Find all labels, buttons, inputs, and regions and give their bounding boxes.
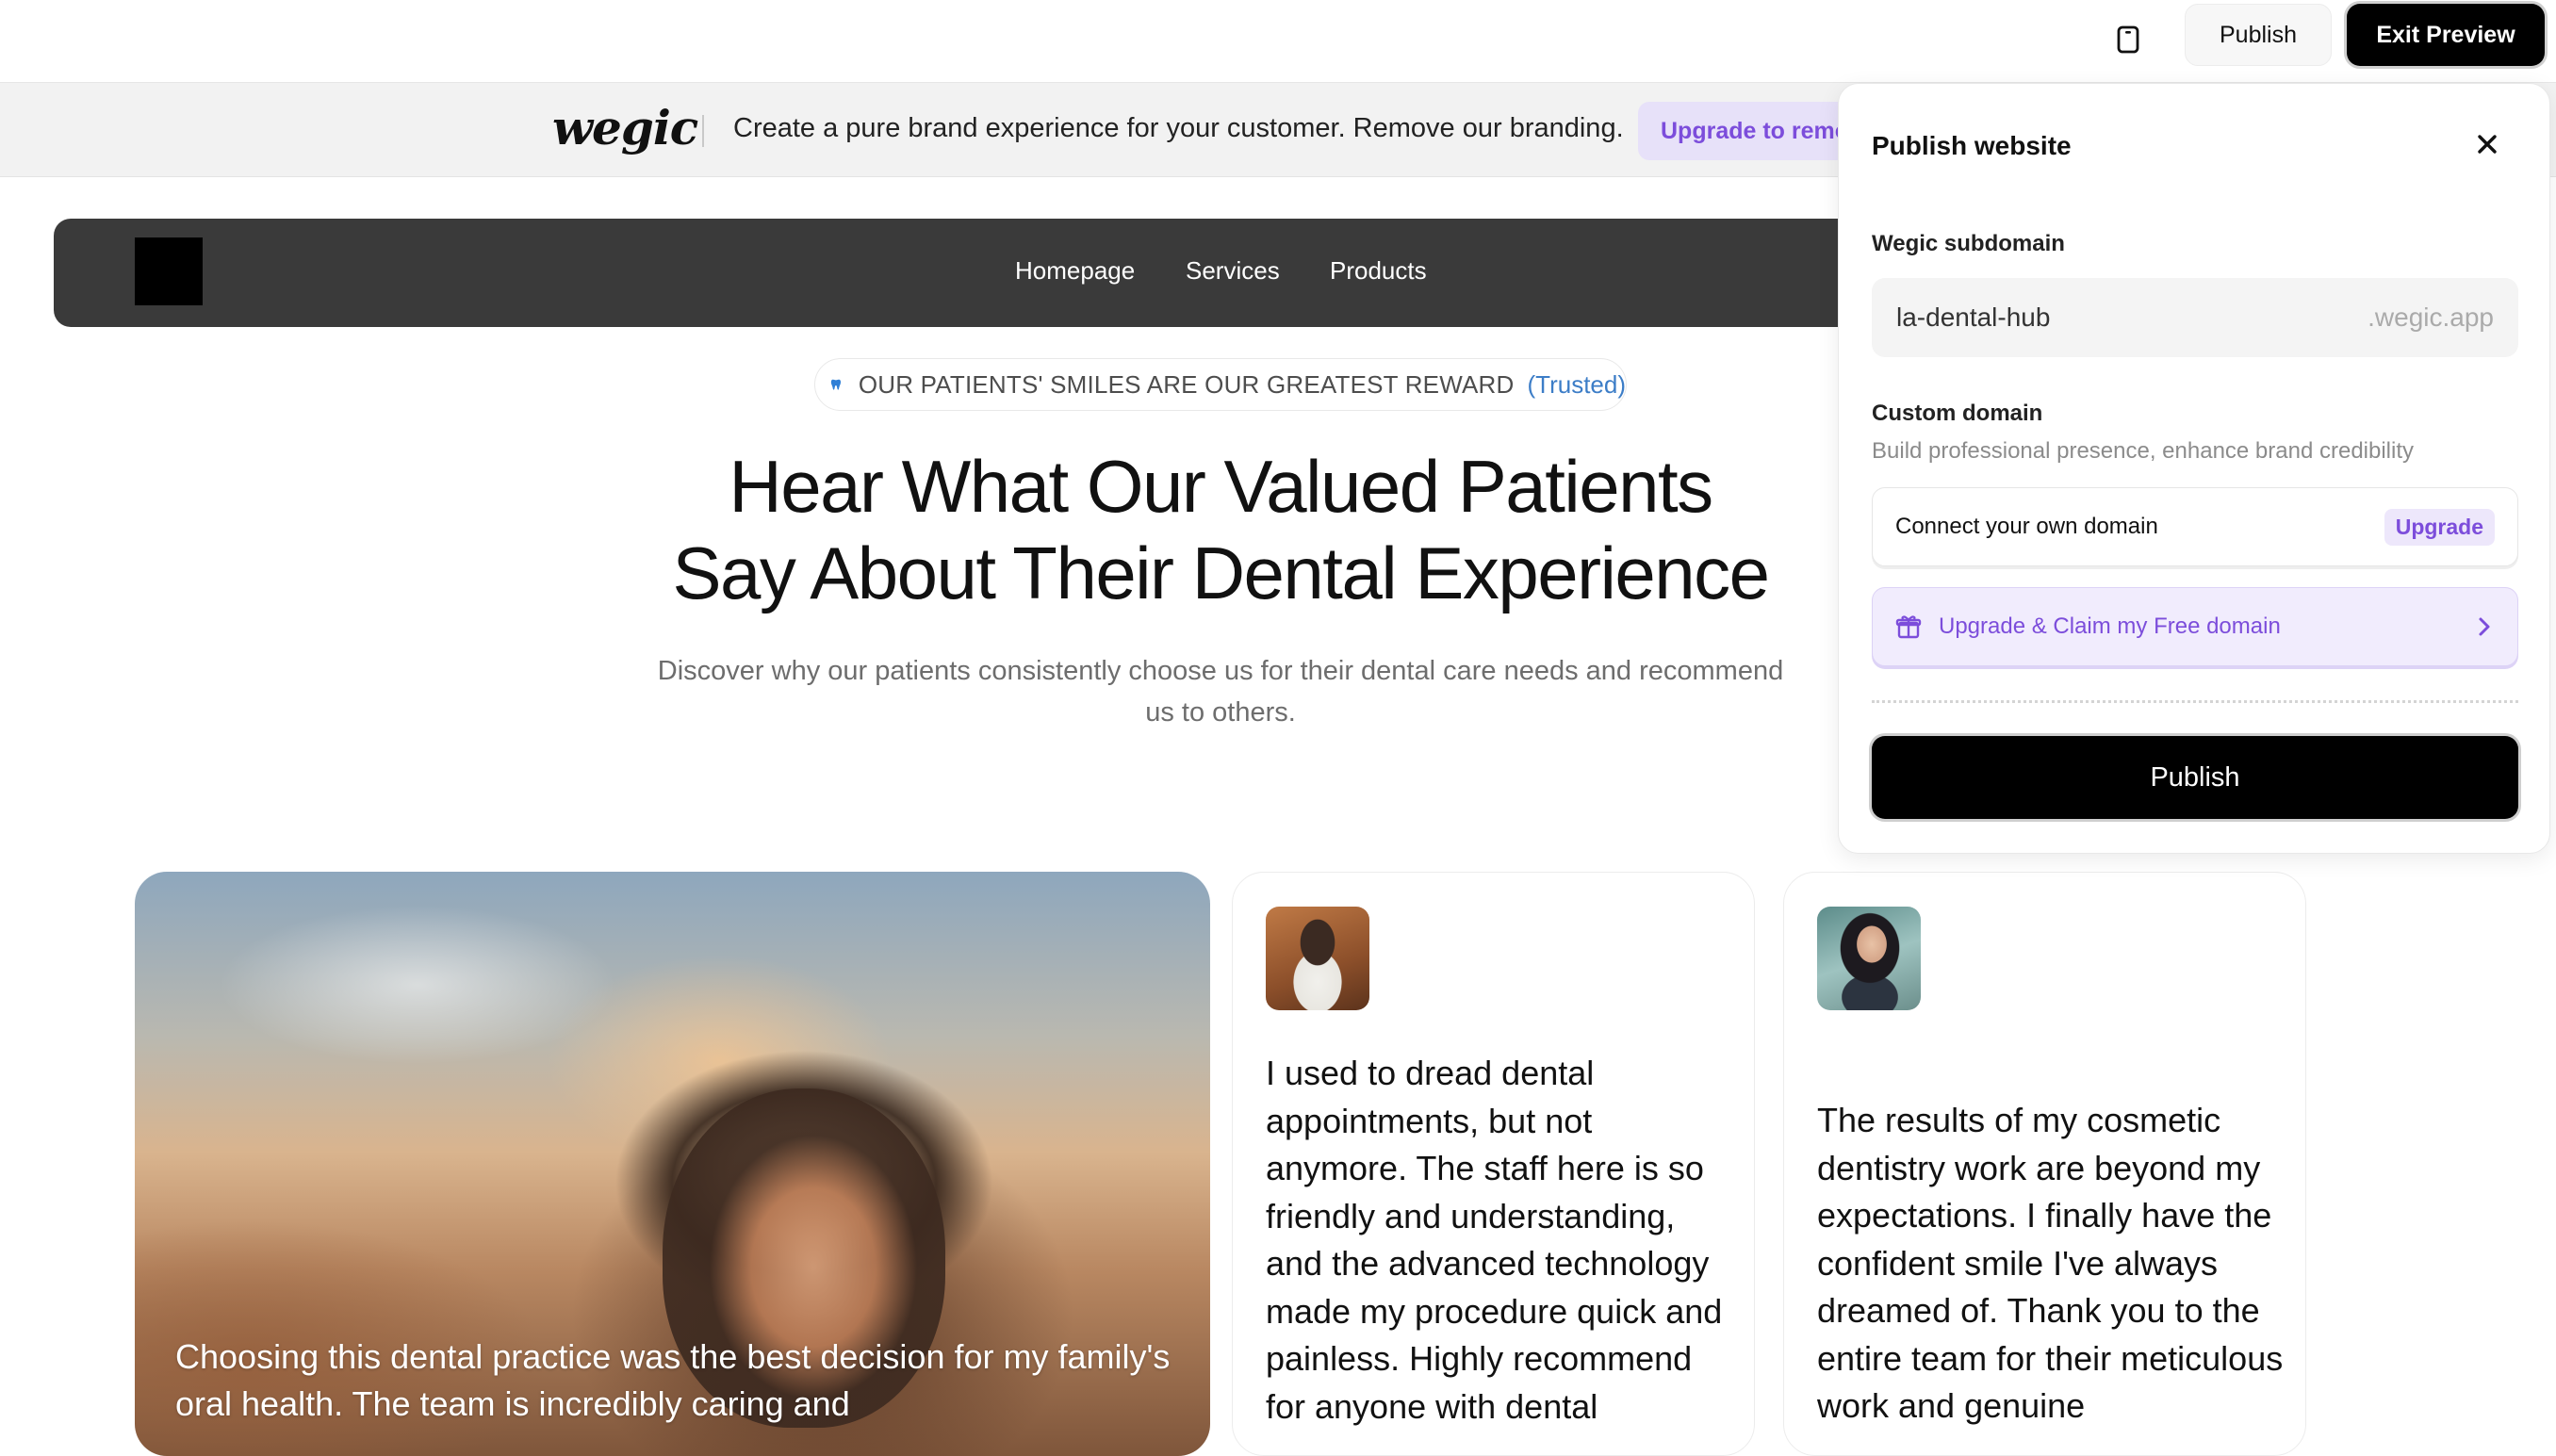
title-line-1: Hear What Our Valued Patients [729,445,1713,528]
trust-tag: OUR PATIENTS' SMILES ARE OUR GREATEST RE… [814,358,1627,411]
claim-free-domain-button[interactable]: Upgrade & Claim my Free domain [1872,587,2518,666]
gift-icon [1895,615,1922,639]
tooth-icon [830,379,842,390]
upgrade-badge[interactable]: Upgrade [2384,508,2495,546]
custom-domain-hint: Build professional presence, enhance bra… [1872,438,2415,464]
wegic-logo: wegic [552,100,698,155]
divider [1872,700,2518,703]
title-line-2: Say About Their Dental Experience [672,532,1770,614]
avatar [1817,907,1921,1010]
nav-link-homepage[interactable]: Homepage [1015,256,1135,286]
publish-button[interactable]: Publish [2185,4,2332,66]
testimonial-quote: I used to dread dental appointments, but… [1266,1054,1723,1426]
editor-topbar: Publish Exit Preview [0,0,2556,83]
nav-link-products[interactable]: Products [1330,256,1427,286]
nav-link-services[interactable]: Services [1186,256,1280,286]
page-title: Hear What Our Valued Patients Say About … [565,443,1876,616]
site-navbar: Homepage Services Products [54,219,1939,327]
subdomain-field[interactable]: .wegic.app [1872,278,2518,357]
trusted-label: (Trusted) [1527,369,1627,399]
claim-free-domain-label: Upgrade & Claim my Free domain [1939,613,2281,639]
custom-domain-label: Custom domain [1872,401,2043,426]
banner-message: Create a pure brand experience for your … [733,113,1624,143]
subdomain-input[interactable] [1896,303,2368,333]
chevron-right-icon [2479,617,2490,636]
testimonial-quote: Choosing this dental practice was the be… [175,1337,1171,1423]
site-logo[interactable] [135,237,203,305]
connect-domain-label: Connect your own domain [1895,514,2158,539]
publish-website-button[interactable]: Publish [1872,736,2518,819]
page-subtitle: Discover why our patients consistently c… [657,656,1784,728]
avatar [1266,907,1369,1010]
panel-title: Publish website [1872,131,2072,160]
exit-preview-button[interactable]: Exit Preview [2347,4,2545,66]
upgrade-remove-branding-button[interactable]: Upgrade to remove [1638,102,1864,160]
close-icon[interactable] [2468,125,2506,163]
subdomain-label: Wegic subdomain [1872,231,2065,256]
testimonial-card: The results of my cosmetic dentistry wor… [1783,872,2306,1456]
testimonial-card: I used to dread dental appointments, but… [1232,872,1755,1456]
testimonial-quote: The results of my cosmetic dentistry wor… [1817,1101,2284,1425]
featured-testimonial-card: Choosing this dental practice was the be… [135,872,1210,1456]
connect-domain-row[interactable]: Connect your own domain Upgrade [1872,487,2518,566]
mobile-device-icon[interactable] [2107,19,2149,60]
trust-tag-text: OUR PATIENTS' SMILES ARE OUR GREATEST RE… [858,369,1515,399]
banner-divider [702,115,704,147]
subdomain-suffix: .wegic.app [2368,303,2494,332]
publish-website-panel: Publish website Wegic subdomain .wegic.a… [1838,83,2550,854]
